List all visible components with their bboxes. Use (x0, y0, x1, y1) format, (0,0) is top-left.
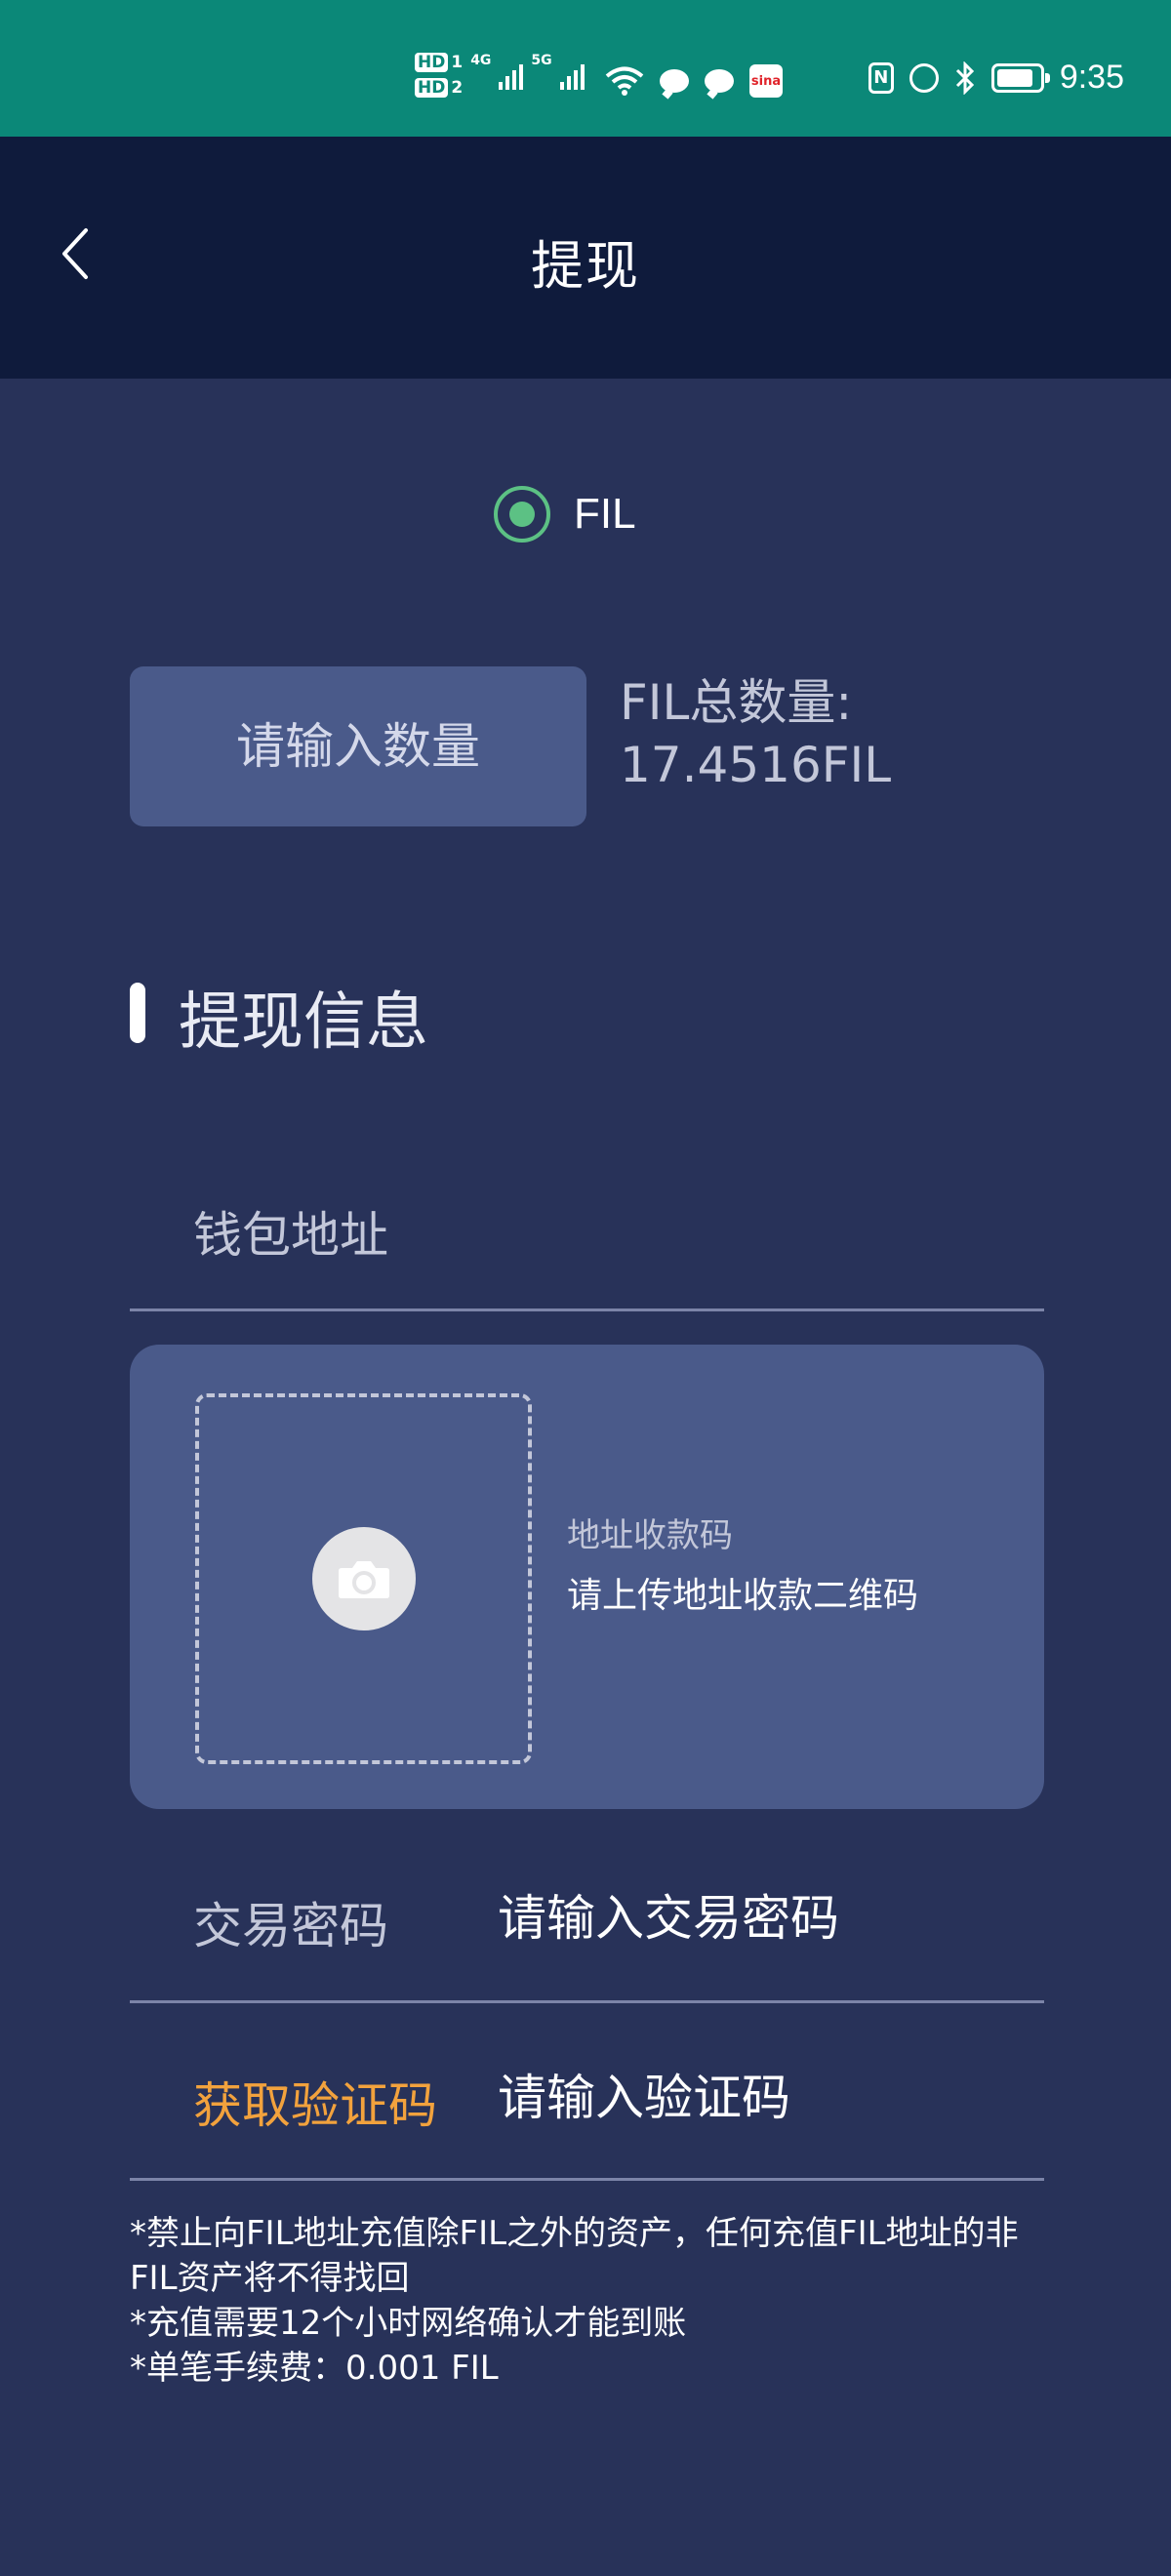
notice-line: *充值需要12个小时网络确认才能到账 (130, 2304, 687, 2343)
message-icon (660, 69, 689, 93)
notification-icons: sina (605, 64, 783, 98)
total-value: 17.4516FIL (620, 737, 892, 793)
section-marker (130, 983, 145, 1043)
camera-icon[interactable] (311, 1527, 416, 1630)
battery-level (996, 68, 1032, 87)
notice-text: *禁止向FIL地址充值除FIL之外的资产，任何充值FIL地址的非 FIL资产将不… (130, 2211, 1067, 2391)
bluetooth-icon (955, 60, 974, 95)
notice-line: *单笔手续费：0.001 FIL (130, 2349, 499, 2388)
clock: 9:35 (1059, 59, 1124, 96)
hd2-indicator: HD 2 (415, 78, 463, 98)
currency-label: FIL (574, 490, 636, 538)
app-header: 提现 (0, 137, 1171, 379)
alarm-icon (909, 62, 939, 93)
page-title: 提现 (531, 235, 640, 297)
wifi-icon (605, 66, 644, 96)
total-amount: FIL总数量: 17.4516FIL (620, 671, 891, 796)
notice-line: FIL资产将不得找回 (130, 2259, 410, 2298)
chat-icon (705, 69, 734, 93)
verification-code-input[interactable] (498, 2059, 1025, 2137)
battery-icon (990, 62, 1050, 93)
radio-selected-icon[interactable] (494, 486, 550, 543)
divider (130, 2178, 1044, 2181)
qr-subtitle: 请上传地址收款二维码 (567, 1576, 919, 1616)
hd-indicators: HD 1 HD 2 (415, 53, 463, 98)
divider (130, 2000, 1044, 2003)
currency-option-fil[interactable]: FIL (494, 486, 636, 543)
qr-upload-box[interactable] (195, 1393, 532, 1764)
signal-icon (559, 60, 585, 90)
network-status: HD 1 HD 2 4G 5G (415, 53, 585, 98)
get-code-button[interactable]: 获取验证码 (193, 2067, 437, 2137)
trade-password-input[interactable] (498, 1879, 1025, 1957)
status-bar: HD 1 HD 2 4G 5G sina N 9:35 (0, 0, 1171, 137)
notice-line: *禁止向FIL地址充值除FIL之外的资产，任何充值FIL地址的非 (130, 2214, 1019, 2253)
qr-title: 地址收款码 (567, 1516, 733, 1555)
signal-icon (499, 60, 524, 90)
sina-app-icon: sina (749, 64, 783, 98)
system-status: N 9:35 (868, 59, 1124, 97)
qr-upload-card: 地址收款码 请上传地址收款二维码 (130, 1345, 1044, 1809)
divider (130, 1308, 1044, 1311)
total-label: FIL总数量: (620, 674, 853, 731)
trade-password-label: 交易密码 (193, 1898, 388, 1954)
network-type-1: 4G (470, 53, 492, 68)
nfc-icon: N (868, 61, 894, 94)
network-type-2: 5G (531, 53, 552, 68)
hd1-indicator: HD 1 (415, 53, 463, 72)
amount-input[interactable] (130, 666, 586, 826)
section-title: 提现信息 (179, 986, 428, 1059)
wallet-address-field[interactable]: 钱包地址 (193, 1196, 388, 1267)
